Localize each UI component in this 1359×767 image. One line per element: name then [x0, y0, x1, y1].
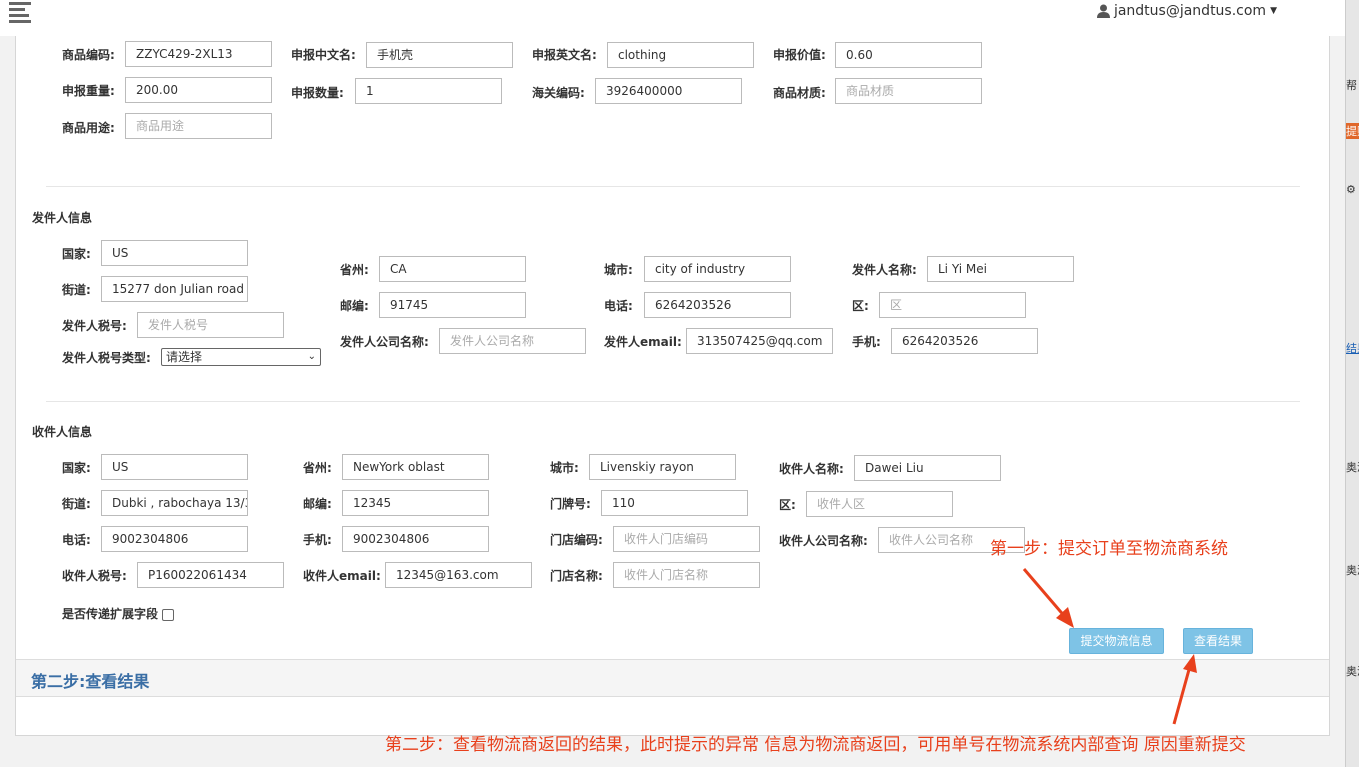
- arrow-icon: [1022, 568, 1074, 628]
- arrow-icon: [1172, 654, 1197, 725]
- annotation-arrows: [1022, 568, 1197, 725]
